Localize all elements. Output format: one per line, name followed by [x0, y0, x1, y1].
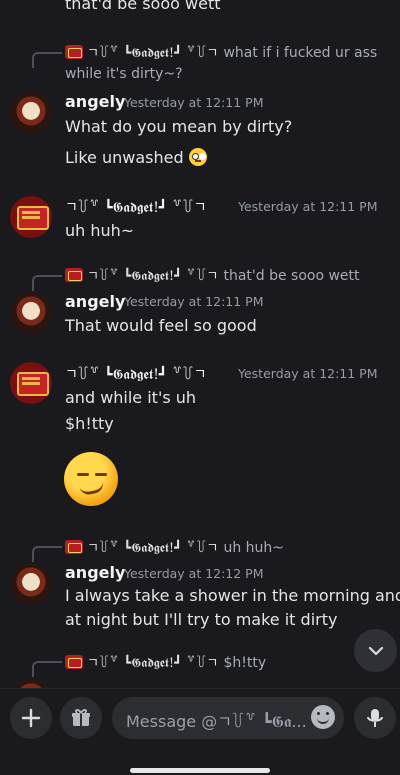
author-name[interactable]: ㄱ꒦꒷ ┗𝕲𝖆𝖉𝖌𝖊𝖙!┛ ꒷꒦ㄱ: [65, 364, 206, 384]
reply-author: ㄱ꒦꒷ ┗𝕲𝖆𝖉𝖌𝖊𝖙!┛ ꒷꒦ㄱ: [87, 46, 219, 61]
reply-preview[interactable]: ㄱ꒦꒷ ┗𝕲𝖆𝖉𝖌𝖊𝖙!┛ ꒷꒦ㄱ uh huh~: [65, 537, 284, 556]
add-attachment-button[interactable]: [10, 697, 52, 739]
message-text: uh huh~: [65, 221, 135, 240]
message-input-placeholder: Message @ㄱ꒦꒷ ┗𝕲𝖆...: [126, 712, 306, 731]
message-text: Like unwashed: [65, 148, 207, 167]
reply-avatar: [65, 540, 83, 554]
message-text: and while it's uh: [65, 388, 197, 407]
message-text: that'd be sooo wett: [65, 0, 221, 13]
microphone-icon: [367, 709, 383, 727]
reply-text: that'd be sooo wett: [223, 268, 360, 284]
reply-text: uh huh~: [223, 540, 285, 556]
timestamp: Yesterday at 12:11 PM: [238, 199, 378, 214]
timestamp: Yesterday at 12:12 PM: [124, 566, 264, 581]
smirk-emoji-icon: [64, 452, 118, 506]
chevron-down-icon: [368, 646, 383, 655]
author-name[interactable]: angely: [65, 292, 125, 311]
voice-message-button[interactable]: [354, 697, 396, 739]
avatar[interactable]: [10, 92, 52, 134]
message-text: at night but I'll try to make it dirty: [65, 610, 338, 629]
reply-avatar: [65, 655, 83, 669]
avatar[interactable]: [10, 362, 52, 404]
reply-author: ㄱ꒦꒷ ┗𝕲𝖆𝖉𝖌𝖊𝖙!┛ ꒷꒦ㄱ: [87, 541, 219, 556]
reply-connector: [32, 661, 62, 677]
reply-preview[interactable]: ㄱ꒦꒷ ┗𝕲𝖆𝖉𝖌𝖊𝖙!┛ ꒷꒦ㄱ what if i fucked ur as…: [65, 42, 377, 61]
author-name[interactable]: angely: [65, 563, 125, 582]
reply-avatar: [65, 45, 83, 59]
reply-avatar: [65, 268, 83, 282]
author-name[interactable]: ㄱ꒦꒷ ┗𝕲𝖆𝖉𝖌𝖊𝖙!┛ ꒷꒦ㄱ: [65, 197, 206, 217]
message-text: $h!tty: [65, 414, 114, 433]
reply-connector: [32, 275, 62, 291]
message-text: What do you mean by dirty?: [65, 117, 293, 136]
reply-preview[interactable]: ㄱ꒦꒷ ┗𝕲𝖆𝖉𝖌𝖊𝖙!┛ ꒷꒦ㄱ $h!tty: [65, 652, 266, 671]
gift-button[interactable]: [60, 697, 102, 739]
message-text: I always take a shower in the morning an…: [65, 586, 400, 605]
reply-connector: [32, 546, 62, 562]
emoji-icon[interactable]: [311, 705, 335, 729]
home-indicator: [130, 768, 270, 773]
plus-icon: [21, 708, 41, 728]
message-feed[interactable]: that'd be sooo wett ㄱ꒦꒷ ┗𝕲𝖆𝖉𝖌𝖊𝖙!┛ ꒷꒦ㄱ wh…: [0, 0, 400, 688]
author-name[interactable]: angely: [65, 92, 125, 111]
message-text: That would feel so good: [65, 316, 257, 335]
reply-connector: [32, 52, 62, 68]
flushed-emoji-icon: [188, 148, 207, 166]
timestamp: Yesterday at 12:11 PM: [238, 366, 378, 381]
avatar[interactable]: [10, 196, 52, 238]
reply-text: what if i fucked ur ass: [223, 45, 378, 61]
gift-icon: [72, 709, 90, 726]
timestamp: Yesterday at 12:11 PM: [124, 294, 264, 309]
jump-to-bottom-button[interactable]: [354, 629, 397, 672]
reply-author: ㄱ꒦꒷ ┗𝕲𝖆𝖉𝖌𝖊𝖙!┛ ꒷꒦ㄱ: [87, 656, 219, 671]
avatar[interactable]: [10, 563, 52, 605]
timestamp: Yesterday at 12:11 PM: [124, 95, 264, 110]
reply-preview[interactable]: ㄱ꒦꒷ ┗𝕲𝖆𝖉𝖌𝖊𝖙!┛ ꒷꒦ㄱ that'd be sooo wett: [65, 265, 360, 284]
reply-text-continued: while it's dirty~?: [65, 66, 183, 82]
avatar[interactable]: [10, 292, 52, 334]
reply-text: $h!tty: [223, 655, 267, 671]
avatar: [10, 679, 52, 688]
reply-author: ㄱ꒦꒷ ┗𝕲𝖆𝖉𝖌𝖊𝖙!┛ ꒷꒦ㄱ: [87, 269, 219, 284]
